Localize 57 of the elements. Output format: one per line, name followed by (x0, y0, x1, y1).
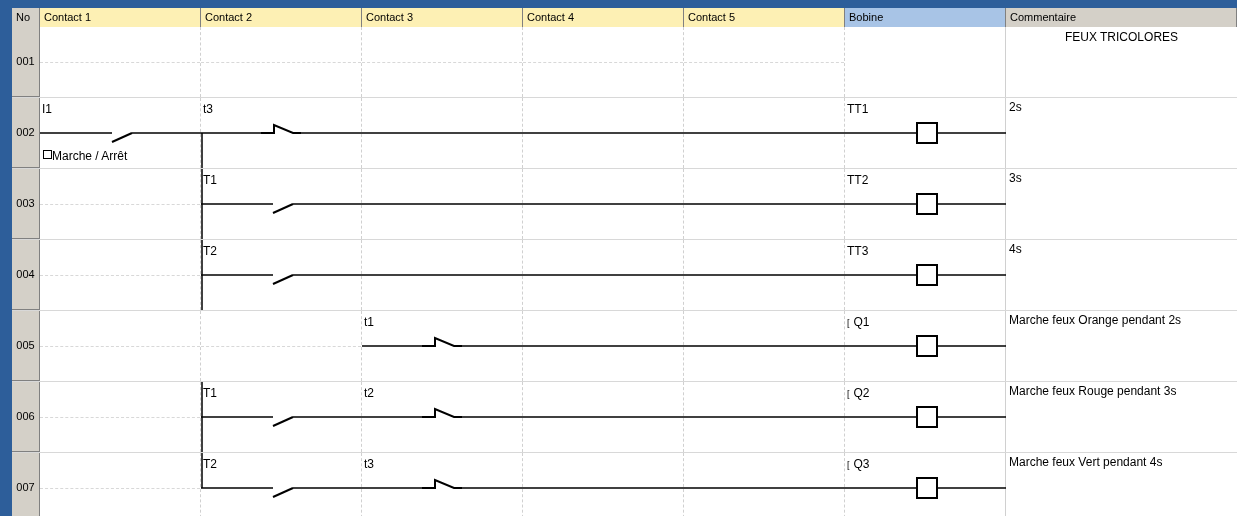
contact-label: T2 (203, 244, 217, 258)
row-number[interactable]: 003 (12, 169, 40, 239)
comment-title: FEUX TRICOLORES (1064, 30, 1179, 44)
comment-text: Marche feux Orange pendant 2s (1009, 313, 1182, 327)
contact-label: t2 (364, 386, 374, 400)
comment-text: Marche feux Rouge pendant 3s (1009, 384, 1177, 398)
comment-text: 4s (1009, 242, 1022, 256)
coil-icon (916, 335, 938, 357)
contact-label: T1 (203, 173, 217, 187)
normally-closed-contact-icon (421, 336, 463, 347)
normally-open-contact-icon (99, 132, 141, 143)
normally-closed-contact-icon (260, 123, 302, 134)
comment-text: 3s (1009, 171, 1022, 185)
coil-icon (916, 406, 938, 428)
column-header[interactable]: Contact 5 (684, 8, 845, 27)
row-number[interactable]: 001 (12, 27, 40, 97)
column-header[interactable]: Commentaire (1006, 8, 1237, 27)
coil-marker: [ (847, 317, 850, 330)
contact-label: t3 (364, 457, 374, 471)
coil-marker: [ (847, 388, 850, 401)
comment-text: 2s (1009, 100, 1022, 114)
contact-label: T2 (203, 457, 217, 471)
column-header[interactable]: Contact 2 (201, 8, 362, 27)
coil-label: Q3 (853, 457, 870, 471)
coil-marker: [ (847, 459, 850, 472)
normally-open-contact-icon (260, 487, 302, 498)
coil-label: TT3 (847, 244, 869, 258)
row-number[interactable]: 006 (12, 382, 40, 452)
column-header[interactable]: Bobine (845, 8, 1006, 27)
normally-open-contact-icon (260, 274, 302, 285)
contact-label: T1 (203, 386, 217, 400)
row-number[interactable]: 002 (12, 98, 40, 168)
row-number[interactable]: 005 (12, 311, 40, 381)
normally-open-contact-icon (260, 203, 302, 214)
coil-label: Q1 (853, 315, 870, 329)
contact-note: Marche / Arrêt (52, 149, 128, 163)
coil-label: TT1 (847, 102, 869, 116)
comment-text: Marche feux Vert pendant 4s (1009, 455, 1163, 469)
row-number[interactable]: 004 (12, 240, 40, 310)
square-icon (43, 150, 52, 159)
contact-label: I1 (42, 102, 52, 116)
column-header[interactable]: Contact 3 (362, 8, 523, 27)
normally-open-contact-icon (260, 416, 302, 427)
coil-label: TT2 (847, 173, 869, 187)
contact-label: t3 (203, 102, 213, 116)
normally-closed-contact-icon (421, 407, 463, 418)
column-header[interactable]: Contact 4 (523, 8, 684, 27)
coil-icon (916, 122, 938, 144)
normally-closed-contact-icon (421, 478, 463, 489)
column-header[interactable]: No (12, 8, 40, 27)
contact-label: t1 (364, 315, 374, 329)
coil-icon (916, 193, 938, 215)
coil-label: Q2 (853, 386, 870, 400)
coil-icon (916, 264, 938, 286)
column-header[interactable]: Contact 1 (40, 8, 201, 27)
coil-icon (916, 477, 938, 499)
row-number[interactable]: 007 (12, 453, 40, 516)
